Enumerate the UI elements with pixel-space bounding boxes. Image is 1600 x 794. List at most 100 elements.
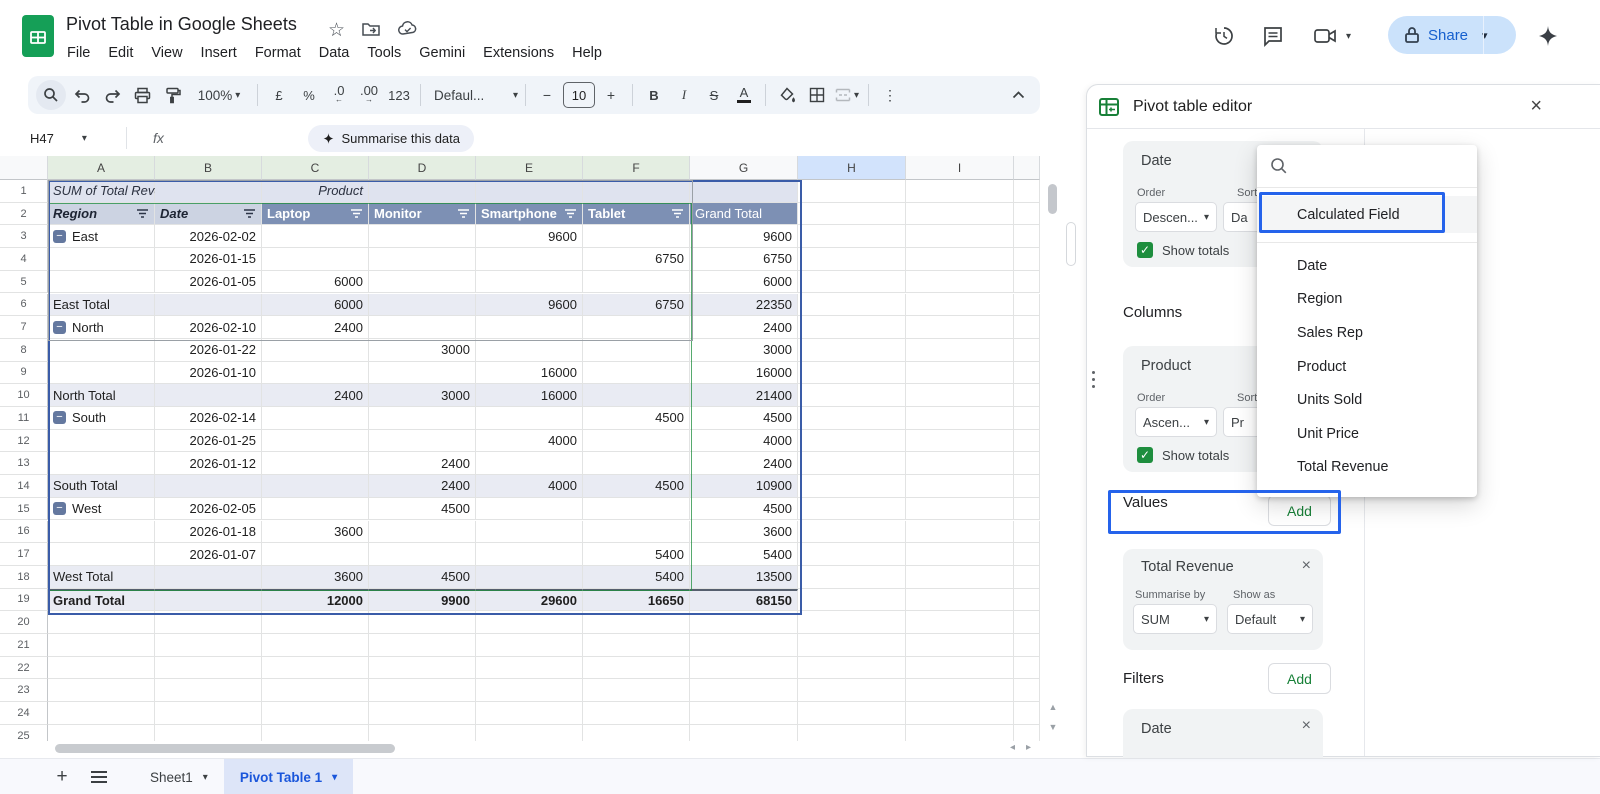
cell-D11[interactable] xyxy=(369,407,476,430)
row-header[interactable]: 21 xyxy=(0,634,48,657)
italic-button[interactable]: I xyxy=(670,81,698,109)
cell-H9[interactable] xyxy=(798,361,906,385)
row-header[interactable]: 15 xyxy=(0,497,48,521)
fill-color-icon[interactable] xyxy=(773,81,801,109)
cell-I2[interactable] xyxy=(906,202,1014,226)
dropdown-item-region[interactable]: Region xyxy=(1257,283,1477,317)
strikethrough-button[interactable]: S xyxy=(700,81,728,109)
dropdown-item-sales-rep[interactable]: Sales Rep xyxy=(1257,316,1477,350)
column-header-E[interactable]: E xyxy=(476,156,583,180)
cell-F11[interactable]: 4500 xyxy=(583,407,690,430)
column-header-C[interactable]: C xyxy=(262,156,369,180)
cell-B7[interactable]: 2026-02-10 xyxy=(155,316,262,339)
cell-D18[interactable]: 4500 xyxy=(369,565,476,589)
cell-H14[interactable] xyxy=(798,475,906,498)
undo-icon[interactable] xyxy=(68,81,96,109)
borders-icon[interactable] xyxy=(803,81,831,109)
cell-D21[interactable] xyxy=(369,634,476,657)
cell-F17[interactable]: 5400 xyxy=(583,543,690,566)
cell-H12[interactable] xyxy=(798,429,906,453)
scroll-left-icon[interactable]: ◂ xyxy=(1010,742,1015,753)
cell-I8[interactable] xyxy=(906,338,1014,362)
cell-F23[interactable] xyxy=(583,679,690,703)
cell-C3[interactable] xyxy=(262,225,369,249)
cell-filler12[interactable] xyxy=(1014,429,1040,453)
cell-A10[interactable]: North Total xyxy=(48,384,155,407)
row-header[interactable]: 8 xyxy=(0,338,48,362)
filter-icon[interactable] xyxy=(136,208,149,219)
bold-button[interactable]: B xyxy=(640,81,668,109)
cell-I11[interactable] xyxy=(906,407,1014,430)
cell-D16[interactable] xyxy=(369,520,476,544)
cell-B4[interactable]: 2026-01-15 xyxy=(155,248,262,271)
meet-dropdown-caret[interactable]: ▾ xyxy=(1346,31,1351,42)
cell-A9[interactable] xyxy=(48,361,155,385)
cell-H23[interactable] xyxy=(798,679,906,703)
cell-C9[interactable] xyxy=(262,361,369,385)
cell-filler9[interactable] xyxy=(1014,361,1040,385)
summarise-by-select[interactable]: SUM ▾ xyxy=(1133,604,1217,634)
cell-I12[interactable] xyxy=(906,429,1014,453)
collapse-group-icon[interactable]: − xyxy=(53,502,66,516)
cell-filler16[interactable] xyxy=(1014,520,1040,544)
cell-A23[interactable] xyxy=(48,679,155,703)
cell-C21[interactable] xyxy=(262,634,369,657)
show-totals-row[interactable]: ✓ Show totals xyxy=(1137,447,1229,463)
cell-filler7[interactable] xyxy=(1014,316,1040,339)
cell-B14[interactable] xyxy=(155,475,262,498)
cell-B19[interactable] xyxy=(155,588,262,612)
cell-filler23[interactable] xyxy=(1014,679,1040,703)
row-header[interactable]: 17 xyxy=(0,543,48,566)
gemini-sparkle-icon[interactable] xyxy=(1536,24,1560,48)
cell-E19[interactable]: 29600 xyxy=(476,588,583,612)
menu-help[interactable]: Help xyxy=(563,42,611,64)
cell-I20[interactable] xyxy=(906,611,1014,634)
cell-I18[interactable] xyxy=(906,565,1014,589)
cell-A19[interactable]: Grand Total xyxy=(48,588,155,612)
cell-A14[interactable]: South Total xyxy=(48,475,155,498)
cell-C22[interactable] xyxy=(262,656,369,680)
cell-H24[interactable] xyxy=(798,702,906,725)
name-box-caret[interactable]: ▾ xyxy=(82,133,87,144)
sidebar-close-icon[interactable]: × xyxy=(1530,95,1542,118)
cell-I13[interactable] xyxy=(906,452,1014,476)
cell-G11[interactable]: 4500 xyxy=(690,407,798,430)
row-header[interactable]: 11 xyxy=(0,407,48,430)
column-header-B[interactable]: B xyxy=(155,156,262,180)
cell-G1[interactable] xyxy=(690,180,798,203)
cell-G3[interactable]: 9600 xyxy=(690,225,798,249)
cell-filler5[interactable] xyxy=(1014,270,1040,294)
font-size-decrease-button[interactable]: − xyxy=(533,81,561,109)
cell-I9[interactable] xyxy=(906,361,1014,385)
cell-D8[interactable]: 3000 xyxy=(369,338,476,362)
cell-G13[interactable]: 2400 xyxy=(690,452,798,476)
cell-B20[interactable] xyxy=(155,611,262,634)
cell-A7[interactable]: − North xyxy=(48,316,155,339)
cell-B17[interactable]: 2026-01-07 xyxy=(155,543,262,566)
collapse-group-icon[interactable]: − xyxy=(53,229,66,243)
cell-G9[interactable]: 16000 xyxy=(690,361,798,385)
cell-H7[interactable] xyxy=(798,316,906,339)
cell-H18[interactable] xyxy=(798,565,906,589)
cell-filler25[interactable] xyxy=(1014,724,1040,741)
menu-format[interactable]: Format xyxy=(246,42,310,64)
cell-C17[interactable] xyxy=(262,543,369,566)
cell-G4[interactable]: 6750 xyxy=(690,248,798,271)
cell-E9[interactable]: 16000 xyxy=(476,361,583,385)
order-select[interactable]: Ascen... ▾ xyxy=(1135,407,1217,437)
cell-filler3[interactable] xyxy=(1014,225,1040,249)
row-header[interactable]: 20 xyxy=(0,611,48,634)
cell-C14[interactable] xyxy=(262,475,369,498)
cell-F7[interactable] xyxy=(583,316,690,339)
cell-E13[interactable] xyxy=(476,452,583,476)
filter-icon[interactable] xyxy=(457,208,470,219)
sidebar-drag-dots-icon[interactable] xyxy=(1092,371,1095,388)
cell-filler1[interactable] xyxy=(1014,180,1040,203)
cell-D20[interactable] xyxy=(369,611,476,634)
cell-D25[interactable] xyxy=(369,724,476,741)
cell-A17[interactable] xyxy=(48,543,155,566)
share-button[interactable]: Share ▾ xyxy=(1388,16,1516,54)
cell-A11[interactable]: − South xyxy=(48,407,155,430)
cell-E24[interactable] xyxy=(476,702,583,725)
cell-G22[interactable] xyxy=(690,656,798,680)
